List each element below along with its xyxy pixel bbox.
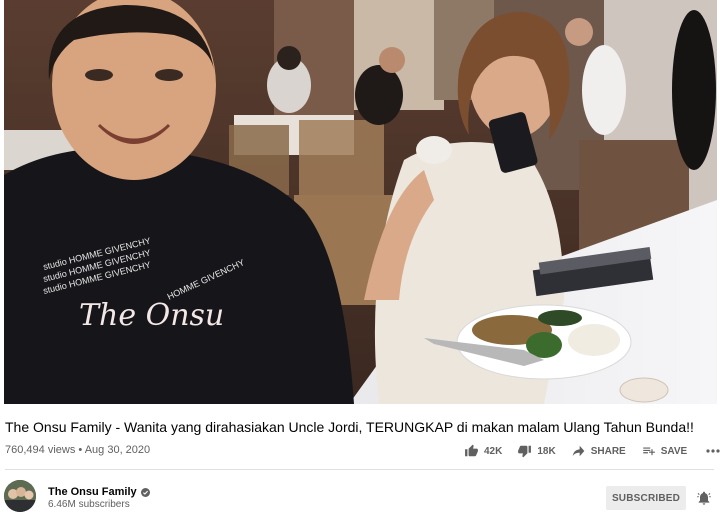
video-title: The Onsu Family - Wanita yang dirahasiak… [5, 419, 694, 435]
share-button[interactable]: SHARE [571, 444, 626, 458]
subscribe-button[interactable]: SUBSCRIBED [606, 486, 686, 510]
avatar-image [4, 480, 36, 512]
thumbs-down-icon [518, 445, 532, 458]
like-count: 42K [484, 445, 503, 457]
share-arrow-icon [572, 445, 585, 457]
channel-avatar[interactable] [4, 480, 36, 512]
more-horizontal-icon [706, 449, 720, 453]
subscriber-count: 6.46M subscribers [48, 499, 130, 510]
notification-bell-button[interactable] [696, 490, 712, 511]
dislike-button[interactable]: 18K [517, 444, 556, 458]
meta-separator: • [78, 444, 83, 456]
bell-icon [697, 491, 711, 505]
save-button[interactable]: SAVE [641, 444, 688, 458]
view-count: 760,494 views [5, 444, 76, 456]
channel-name-row: The Onsu Family [48, 486, 150, 498]
section-divider [5, 469, 714, 470]
shirt-logo: The Onsu [79, 298, 224, 333]
verified-check-icon [140, 487, 150, 497]
thumbs-up-icon [465, 444, 478, 457]
video-frame: The Onsu studio HOMME GIVENCHY studio HO… [4, 0, 717, 404]
save-label: SAVE [660, 445, 688, 457]
channel-name[interactable]: The Onsu Family [48, 486, 137, 498]
like-button[interactable]: 42K [464, 444, 502, 458]
share-label: SHARE [590, 445, 626, 457]
publish-date: Aug 30, 2020 [84, 444, 151, 456]
video-player[interactable]: The Onsu studio HOMME GIVENCHY studio HO… [4, 0, 717, 404]
video-actions: 42K 18K SHARE SAVE [464, 442, 720, 460]
playlist-add-icon [642, 447, 655, 456]
dislike-count: 18K [537, 445, 556, 457]
video-meta: 760,494 views • Aug 30, 2020 [5, 443, 150, 457]
more-actions-button[interactable] [706, 449, 720, 453]
